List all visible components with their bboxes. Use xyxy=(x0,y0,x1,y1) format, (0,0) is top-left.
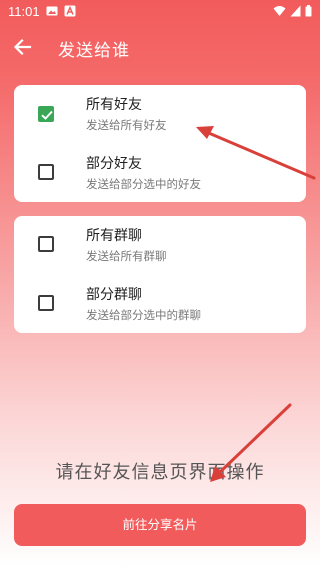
option-some-friends[interactable]: 部分好友 发送给部分选中的好友 xyxy=(14,144,306,202)
option-all-groups[interactable]: 所有群聊 发送给所有群聊 xyxy=(14,216,306,274)
option-subtitle: 发送给所有群聊 xyxy=(86,249,167,263)
signal-icon xyxy=(290,5,301,17)
groups-card: 所有群聊 发送给所有群聊 部分群聊 发送给部分选中的群聊 xyxy=(14,216,306,333)
option-subtitle: 发送给所有好友 xyxy=(86,118,167,132)
hint-text: 请在好友信息页界面操作 xyxy=(55,462,265,483)
gallery-icon xyxy=(46,6,58,16)
checkbox[interactable] xyxy=(38,295,54,311)
option-title: 所有群聊 xyxy=(86,228,142,244)
checkbox[interactable] xyxy=(38,164,54,180)
app-bar: 发送给谁 xyxy=(0,24,320,70)
option-all-friends[interactable]: 所有好友 发送给所有好友 xyxy=(14,85,306,143)
option-title: 所有好友 xyxy=(86,97,142,113)
arrow-left-icon[interactable] xyxy=(10,34,36,60)
wifi-icon xyxy=(273,6,286,16)
status-time: 11:01 xyxy=(8,4,40,19)
option-some-groups[interactable]: 部分群聊 发送给部分选中的群聊 xyxy=(14,275,306,333)
option-title: 部分群聊 xyxy=(86,287,142,303)
checkbox-checked[interactable] xyxy=(38,106,54,122)
font-icon xyxy=(64,5,76,17)
share-card-button[interactable]: 前往分享名片 xyxy=(14,504,306,546)
checkbox[interactable] xyxy=(38,236,54,252)
checkmark-icon xyxy=(41,110,53,120)
status-indicators xyxy=(273,5,312,17)
option-title: 部分好友 xyxy=(86,156,142,172)
status-bar: 11:01 xyxy=(0,0,320,24)
friends-card: 所有好友 发送给所有好友 部分好友 发送给部分选中的好友 xyxy=(14,85,306,202)
battery-icon xyxy=(305,5,312,17)
page-title: 发送给谁 xyxy=(58,41,130,61)
option-subtitle: 发送给部分选中的好友 xyxy=(86,177,201,191)
option-subtitle: 发送给部分选中的群聊 xyxy=(86,308,201,322)
